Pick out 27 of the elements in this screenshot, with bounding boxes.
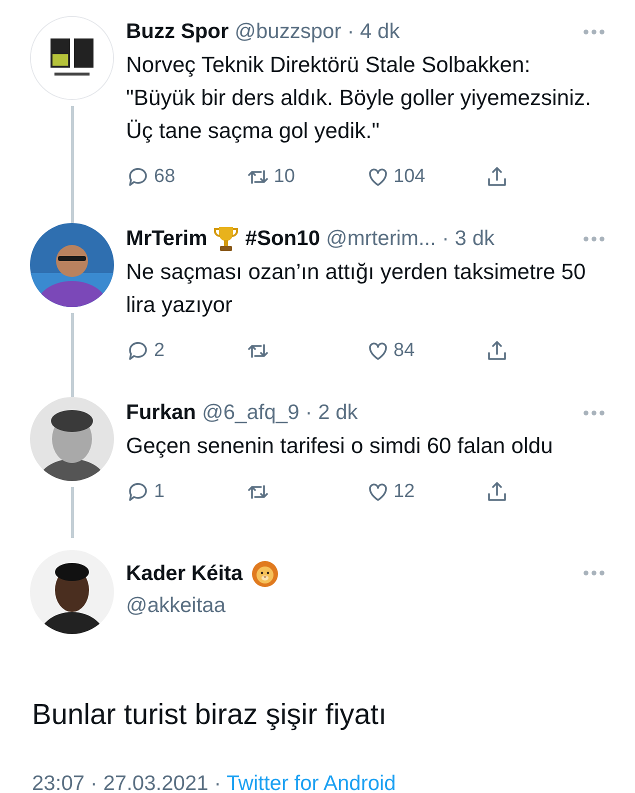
author-name[interactable]: Furkan [126, 397, 196, 428]
source-link[interactable]: Twitter for Android [226, 772, 396, 793]
action-count: 12 [394, 480, 415, 504]
author-handle[interactable]: @mrterim... [326, 223, 436, 254]
action-count: 68 [154, 164, 176, 188]
author-handle[interactable]: @akkeitaa [126, 594, 226, 616]
action-count: 2 [154, 338, 165, 362]
tweet-text: Bunlar turist biraz şişir fiyatı [31, 698, 388, 733]
author-handle[interactable]: @buzzspor [234, 16, 342, 48]
author-name[interactable]: Buzz Spor [126, 16, 229, 48]
action-count: 1 [154, 480, 165, 504]
tweet-text: Norveç Teknik Direktörü Stale Solbakken: "Büyük bir ders aldık. Böyle goller yiyemezsiniz. Üç tane saçma gol yedik." [126, 50, 592, 145]
tweet-date: 23:07 · 27.03.2021 · [32, 772, 222, 793]
tweet-text: Geçen senenin tarifesi o simdi 60 falan oldu [126, 432, 554, 460]
action-count: 84 [394, 338, 415, 362]
author-handle[interactable]: @6_afq_9 [202, 397, 300, 428]
action-count: 10 [274, 164, 295, 188]
tweet-time: · 3 dk [442, 226, 495, 252]
tweet-time: · 4 dk [347, 19, 400, 45]
action-count: 104 [394, 164, 426, 188]
tweet-text: Ne saçması ozan’ın attığı yerden taksimetre 50 lira yazıyor [126, 258, 587, 319]
author-name[interactable]: MrTerim [126, 223, 208, 254]
trophy-icon [213, 224, 240, 253]
tweet-time: · 2 dk [305, 400, 358, 426]
lion-icon [250, 560, 279, 588]
author-name[interactable]: Kader Kéita [126, 558, 243, 590]
author-tag: #Son10 [245, 223, 320, 254]
